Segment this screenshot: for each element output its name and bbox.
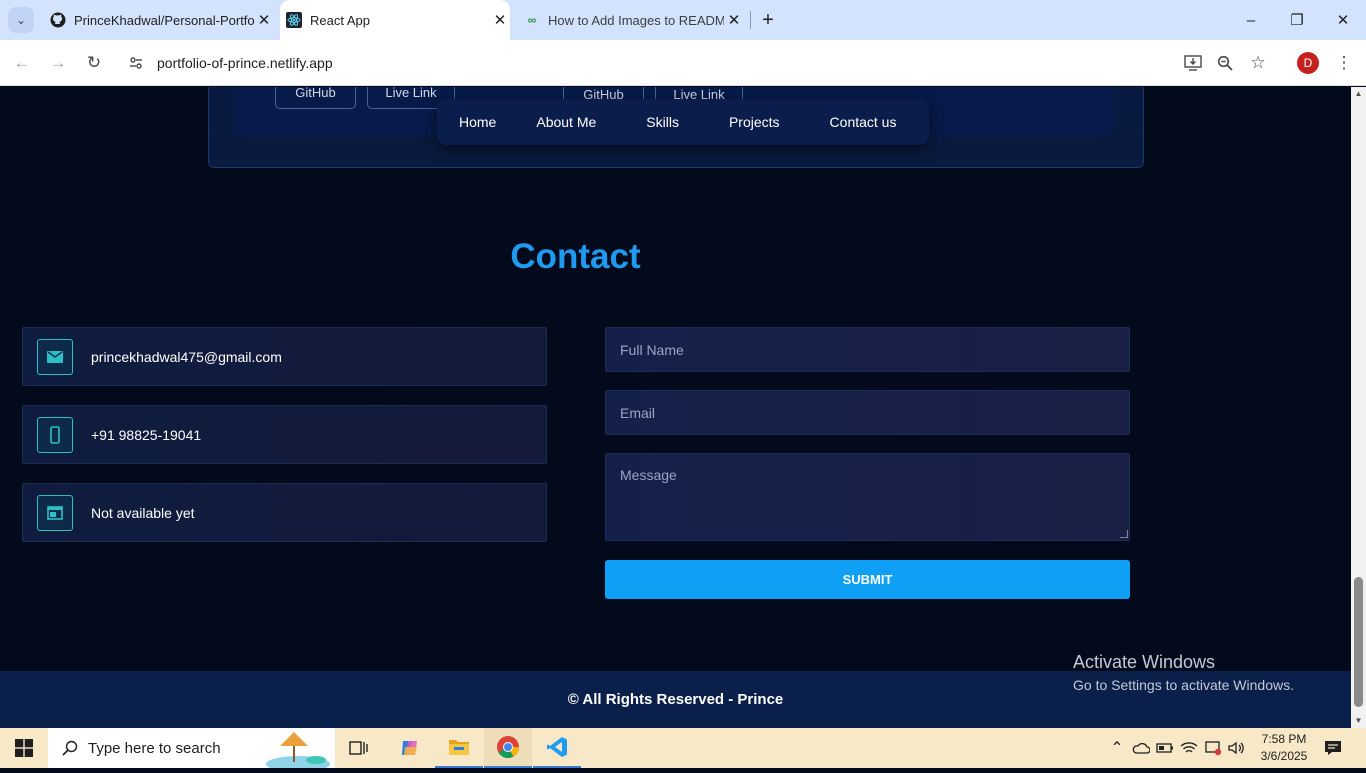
scrollbar-thumb[interactable] [1354, 577, 1363, 707]
browser-tab[interactable]: PrinceKhadwal/Personal-Portfo ✕ [44, 0, 274, 40]
github-icon [50, 12, 66, 28]
browser-tab[interactable]: ∞ How to Add Images to README ✕ [518, 0, 744, 40]
watermark-title: Activate Windows [1073, 652, 1216, 672]
browser-toolbar: ← → ↻ portfolio-of-prince.netlify.app ☆ … [0, 40, 1366, 86]
nav-skills[interactable]: Skills [646, 114, 679, 130]
search-placeholder: Type here to search [88, 739, 221, 757]
battery-icon[interactable] [1154, 728, 1176, 768]
back-icon[interactable]: ← [9, 50, 35, 76]
taskbar-clock[interactable]: 7:58 PM 3/6/2025 [1252, 731, 1316, 765]
floating-navbar: Home About Me Skills Projects Contact us [437, 99, 929, 145]
react-icon [286, 12, 302, 28]
tab-search-button[interactable]: ⌄ [8, 7, 34, 33]
email-input[interactable]: Email [605, 390, 1130, 435]
phone-icon [37, 416, 73, 453]
file-explorer-icon[interactable] [435, 728, 483, 768]
nav-contact-us[interactable]: Contact us [830, 114, 897, 130]
minimize-icon[interactable]: – [1228, 0, 1274, 40]
contact-website-text: Not available yet [91, 504, 195, 521]
vscode-icon[interactable] [533, 728, 581, 768]
contact-phone-card: +91 98825-19041 [22, 405, 547, 464]
nav-about-me[interactable]: About Me [536, 114, 596, 130]
message-textarea[interactable]: Message [605, 453, 1130, 541]
chrome-icon[interactable] [484, 728, 532, 768]
tab-title: React App [310, 12, 370, 28]
submit-button[interactable]: SUBMIT [605, 560, 1130, 599]
task-view-icon[interactable] [335, 728, 383, 768]
page-viewport: GitHub Live Link GitHub Live Link Home A… [0, 87, 1351, 728]
contact-email-card: princekhadwal475@gmail.com [22, 327, 547, 386]
tray-overflow-icon[interactable]: ⌃ [1106, 728, 1128, 768]
tab-separator [750, 11, 751, 29]
close-tab-icon[interactable]: ✕ [490, 11, 510, 29]
browser-tab-strip: ⌄ PrinceKhadwal/Personal-Portfo ✕ React … [0, 0, 1366, 40]
geeksforgeeks-icon: ∞ [527, 13, 537, 27]
tab-title: PrinceKhadwal/Personal-Portfo [74, 12, 254, 28]
close-tab-icon[interactable]: ✕ [724, 11, 744, 29]
volume-icon[interactable] [1226, 728, 1248, 768]
close-window-icon[interactable]: ✕ [1320, 0, 1366, 40]
taskbar-search[interactable]: Type here to search [48, 728, 335, 772]
contact-phone-text: +91 98825-19041 [91, 426, 202, 443]
clock-date: 3/6/2025 [1260, 749, 1308, 763]
clock-time: 7:58 PM [1261, 732, 1307, 746]
scroll-down-arrow[interactable]: ▼ [1351, 714, 1366, 728]
nav-projects[interactable]: Projects [729, 114, 780, 130]
restore-icon[interactable]: ❐ [1274, 0, 1320, 40]
copilot-icon[interactable] [386, 728, 434, 768]
page-scrollbar[interactable]: ▲ ▼ [1351, 87, 1366, 728]
forward-icon[interactable]: → [45, 50, 71, 76]
window-icon [37, 494, 73, 531]
project-github-button[interactable]: GitHub [275, 87, 356, 109]
browser-tab-active[interactable]: React App ✕ [280, 0, 510, 40]
bookmark-star-icon[interactable]: ☆ [1245, 50, 1271, 76]
wifi-icon[interactable] [1178, 728, 1200, 768]
search-icon [62, 740, 78, 756]
close-tab-icon[interactable]: ✕ [254, 11, 274, 29]
tab-title: How to Add Images to README [548, 12, 724, 28]
reload-icon[interactable]: ↻ [81, 50, 107, 76]
search-highlight-image [258, 728, 333, 772]
address-bar[interactable]: portfolio-of-prince.netlify.app [120, 46, 1280, 80]
full-name-input[interactable]: Full Name [605, 327, 1130, 372]
zoom-icon[interactable] [1212, 50, 1238, 76]
windows-taskbar: Type here to search ⌃ 7:58 PM 3/6/2025 [0, 728, 1366, 772]
textarea-resize-handle[interactable] [1120, 530, 1128, 538]
scroll-up-arrow[interactable]: ▲ [1351, 87, 1366, 101]
contact-email-text[interactable]: princekhadwal475@gmail.com [91, 349, 282, 365]
network-icon[interactable] [1202, 728, 1224, 768]
footer-copyright: © All Rights Reserved - Prince [567, 691, 784, 708]
install-app-icon[interactable] [1180, 50, 1206, 76]
browser-menu-icon[interactable]: ⋮ [1331, 50, 1357, 76]
profile-avatar[interactable]: D [1297, 52, 1319, 74]
site-info-icon[interactable] [120, 55, 152, 71]
contact-heading: Contact [510, 237, 641, 276]
mail-icon [37, 338, 73, 375]
footer: © All Rights Reserved - Prince [0, 671, 1351, 728]
nav-home[interactable]: Home [459, 114, 496, 130]
url-text: portfolio-of-prince.netlify.app [157, 55, 333, 71]
windows-start-icon[interactable] [0, 728, 48, 768]
contact-website-card: Not available yet [22, 483, 547, 542]
new-tab-icon[interactable]: + [755, 7, 781, 33]
notification-icon[interactable] [1320, 728, 1346, 768]
onedrive-icon[interactable] [1130, 728, 1152, 768]
